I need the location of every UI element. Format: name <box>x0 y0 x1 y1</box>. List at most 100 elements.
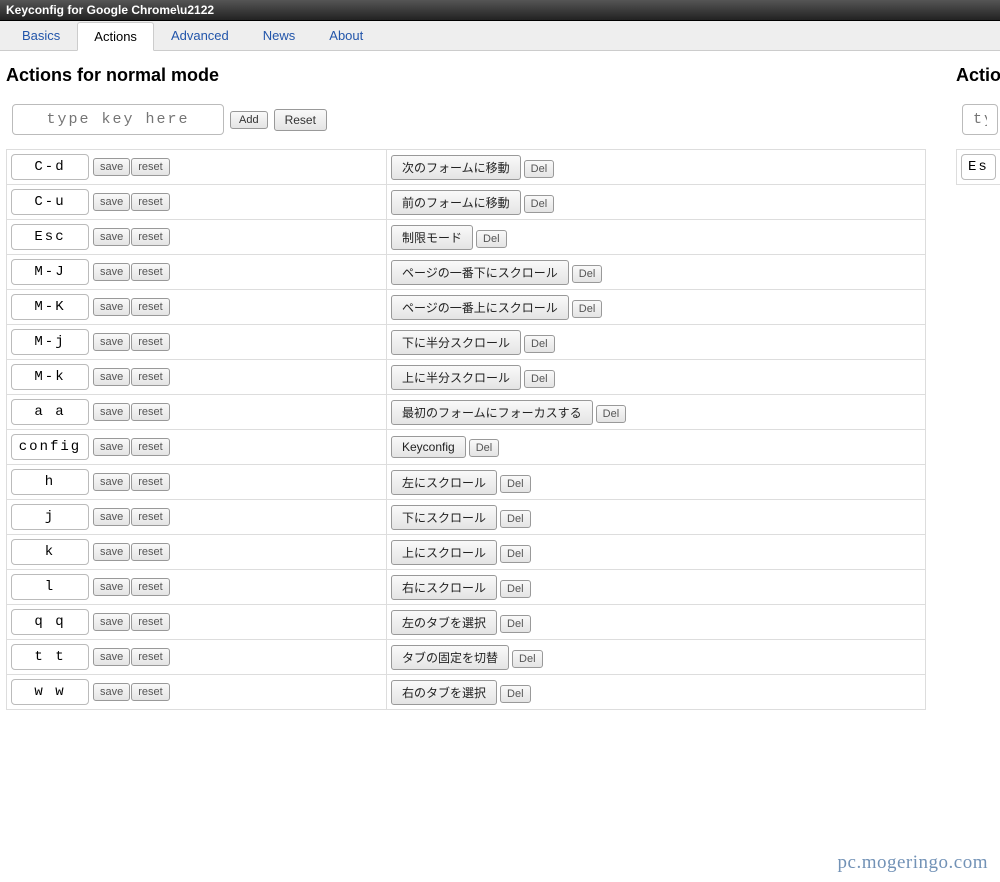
key-display[interactable]: config <box>11 434 89 460</box>
reset-button[interactable]: reset <box>131 648 169 666</box>
del-button[interactable]: Del <box>572 265 603 283</box>
del-button[interactable]: Del <box>500 580 531 598</box>
save-button[interactable]: save <box>93 438 130 456</box>
save-button[interactable]: save <box>93 368 130 386</box>
key-display[interactable]: M-j <box>11 329 89 355</box>
tab-actions[interactable]: Actions <box>77 22 154 51</box>
reset-button[interactable]: reset <box>131 683 169 701</box>
action-button[interactable]: 上に半分スクロール <box>391 365 521 390</box>
action-button[interactable]: 次のフォームに移動 <box>391 155 521 180</box>
save-button[interactable]: save <box>93 333 130 351</box>
action-button[interactable]: Keyconfig <box>391 436 466 458</box>
key-display-right[interactable]: Es <box>961 154 996 180</box>
reset-button[interactable]: reset <box>131 578 169 596</box>
del-button[interactable]: Del <box>524 195 555 213</box>
action-button[interactable]: ページの一番上にスクロール <box>391 295 569 320</box>
tab-advanced[interactable]: Advanced <box>154 21 246 50</box>
del-button[interactable]: Del <box>476 230 507 248</box>
key-display[interactable]: M-K <box>11 294 89 320</box>
key-display[interactable]: j <box>11 504 89 530</box>
del-button[interactable]: Del <box>500 510 531 528</box>
key-display[interactable]: k <box>11 539 89 565</box>
key-input-right[interactable] <box>962 104 998 135</box>
reset-button[interactable]: reset <box>131 403 169 421</box>
save-button[interactable]: save <box>93 543 130 561</box>
save-button[interactable]: save <box>93 298 130 316</box>
key-cell: M-Ksavereset <box>7 290 387 325</box>
tab-about[interactable]: About <box>312 21 380 50</box>
key-display[interactable]: C-d <box>11 154 89 180</box>
reset-button[interactable]: reset <box>131 263 169 281</box>
watermark: pc.mogeringo.com <box>838 852 988 874</box>
save-button[interactable]: save <box>93 263 130 281</box>
reset-button[interactable]: reset <box>131 613 169 631</box>
key-display[interactable]: q q <box>11 609 89 635</box>
key-display[interactable]: C-u <box>11 189 89 215</box>
key-display[interactable]: M-k <box>11 364 89 390</box>
reset-button[interactable]: reset <box>131 368 169 386</box>
add-button[interactable]: Add <box>230 111 268 129</box>
save-button[interactable]: save <box>93 648 130 666</box>
action-button[interactable]: タブの固定を切替 <box>391 645 509 670</box>
action-button[interactable]: 左のタブを選択 <box>391 610 497 635</box>
key-display[interactable]: a a <box>11 399 89 425</box>
action-button[interactable]: 左にスクロール <box>391 470 497 495</box>
action-cell: 下にスクロールDel <box>387 500 926 535</box>
action-button[interactable]: ページの一番下にスクロール <box>391 260 569 285</box>
action-button[interactable]: 右にスクロール <box>391 575 497 600</box>
save-button[interactable]: save <box>93 158 130 176</box>
save-button[interactable]: save <box>93 613 130 631</box>
keymap-table-right: Es <box>956 149 1000 185</box>
tab-basics[interactable]: Basics <box>5 21 77 50</box>
action-button[interactable]: 右のタブを選択 <box>391 680 497 705</box>
reset-all-button[interactable]: Reset <box>274 109 327 131</box>
del-button[interactable]: Del <box>500 615 531 633</box>
table-row: M-Ksaveresetページの一番上にスクロールDel <box>7 290 926 325</box>
key-cell: lsavereset <box>7 570 387 605</box>
key-display[interactable]: l <box>11 574 89 600</box>
del-button[interactable]: Del <box>596 405 627 423</box>
reset-button[interactable]: reset <box>131 438 169 456</box>
key-display[interactable]: Esc <box>11 224 89 250</box>
save-button[interactable]: save <box>93 228 130 246</box>
reset-button[interactable]: reset <box>131 298 169 316</box>
key-input[interactable] <box>12 104 224 135</box>
right-panel-cut: Action Es <box>956 61 1000 710</box>
key-display[interactable]: t t <box>11 644 89 670</box>
action-button[interactable]: 上にスクロール <box>391 540 497 565</box>
tab-news[interactable]: News <box>246 21 313 50</box>
action-button[interactable]: 下に半分スクロール <box>391 330 521 355</box>
action-cell: 前のフォームに移動Del <box>387 185 926 220</box>
action-button[interactable]: 下にスクロール <box>391 505 497 530</box>
reset-button[interactable]: reset <box>131 473 169 491</box>
save-button[interactable]: save <box>93 403 130 421</box>
del-button[interactable]: Del <box>524 335 555 353</box>
action-button[interactable]: 最初のフォームにフォーカスする <box>391 400 593 425</box>
del-button[interactable]: Del <box>524 160 555 178</box>
del-button[interactable]: Del <box>572 300 603 318</box>
save-button[interactable]: save <box>93 193 130 211</box>
reset-button[interactable]: reset <box>131 228 169 246</box>
key-display[interactable]: w w <box>11 679 89 705</box>
save-button[interactable]: save <box>93 473 130 491</box>
save-button[interactable]: save <box>93 508 130 526</box>
reset-button[interactable]: reset <box>131 508 169 526</box>
save-button[interactable]: save <box>93 683 130 701</box>
del-button[interactable]: Del <box>500 545 531 563</box>
del-button[interactable]: Del <box>512 650 543 668</box>
key-cell: a asavereset <box>7 395 387 430</box>
reset-button[interactable]: reset <box>131 333 169 351</box>
del-button[interactable]: Del <box>500 685 531 703</box>
save-button[interactable]: save <box>93 578 130 596</box>
key-display[interactable]: M-J <box>11 259 89 285</box>
key-display[interactable]: h <box>11 469 89 495</box>
reset-button[interactable]: reset <box>131 158 169 176</box>
action-cell: 制限モードDel <box>387 220 926 255</box>
del-button[interactable]: Del <box>500 475 531 493</box>
del-button[interactable]: Del <box>469 439 500 457</box>
del-button[interactable]: Del <box>524 370 555 388</box>
action-button[interactable]: 制限モード <box>391 225 473 250</box>
reset-button[interactable]: reset <box>131 193 169 211</box>
reset-button[interactable]: reset <box>131 543 169 561</box>
action-button[interactable]: 前のフォームに移動 <box>391 190 521 215</box>
